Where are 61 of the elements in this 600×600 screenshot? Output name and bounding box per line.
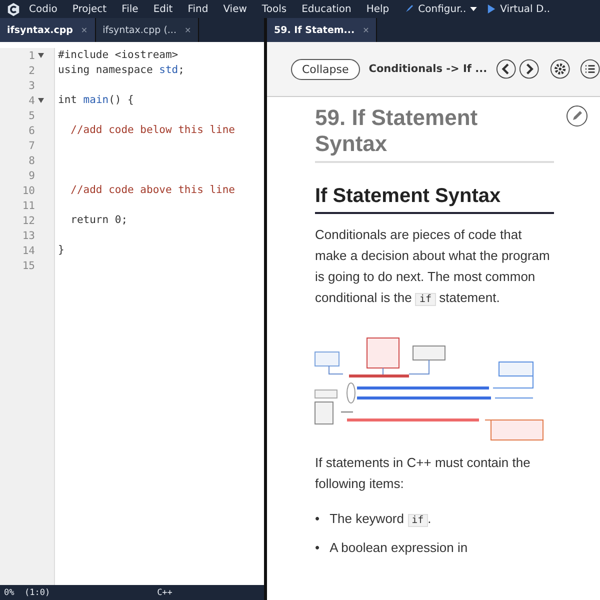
line-number: 11 [22,200,35,212]
paragraph: If statements in C++ must contain the following items: [315,454,532,493]
collapse-button[interactable]: Collapse [291,58,360,80]
guide-tab[interactable]: 59. If Statem... ✕ [267,18,378,42]
previous-icon[interactable] [496,58,516,80]
close-icon[interactable]: ✕ [362,26,370,34]
line-number: 12 [22,214,35,226]
caret-icon [470,6,478,12]
menu-item[interactable]: Education [302,4,352,14]
menu-item[interactable]: Project [72,4,107,14]
next-icon[interactable] [519,58,540,80]
line-number: 2 [28,64,35,76]
close-icon[interactable]: ✕ [80,26,88,34]
code-line: using namespace std; [58,64,184,76]
line-number: 15 [22,260,35,272]
code-line: return 0; [70,214,128,226]
page-title: 59. If Statement Syntax [315,105,554,163]
line-number: 13 [22,230,35,242]
editor-tab[interactable]: ifsyntax.cpp (... ✕ [96,18,200,42]
cursor-position: 0% (1:0) [4,588,50,598]
play-icon [487,4,496,14]
code-line: //add code above this line [70,184,236,196]
line-number: 8 [28,154,35,166]
code-line: } [58,244,64,256]
logo-icon[interactable] [6,2,21,16]
intro-paragraph: Conditionals are pieces of code that make a decision about what the program is going to do next. The most common conditional is the if statement. [315,226,551,308]
close-icon[interactable]: ✕ [184,26,192,34]
bullet-text: The keyword if . [330,510,432,529]
settings-icon[interactable] [550,58,570,80]
line-number: 14 [22,244,35,256]
list-icon[interactable] [580,58,600,80]
virtual-menu[interactable]: Virtual D.. [487,4,550,14]
bullet-text: A boolean expression in [330,539,468,557]
menu-item[interactable]: Find [188,4,208,14]
line-number: 5 [28,110,35,122]
configure-menu[interactable]: Configur.. [404,4,478,14]
line-number: 6 [28,124,35,136]
line-number: 9 [28,170,35,182]
line-number: 7 [28,140,35,152]
menu-item[interactable]: Edit [153,4,173,14]
menu-item[interactable]: File [122,4,138,14]
section-heading: If Statement Syntax [315,185,554,214]
menu-item[interactable]: Tools [262,4,287,14]
language-label: C++ [157,588,172,598]
code-line: int main() { [58,94,134,106]
breadcrumb: Conditionals -> If ... [368,63,488,75]
fold-arrow-icon[interactable] [38,98,44,103]
line-number: 4 [28,94,35,106]
bullet-marker: • [315,539,320,557]
line-number: 1 [28,50,35,62]
line-number: 10 [22,184,35,196]
code-line: #include <iostream> [58,49,178,61]
editor-tab[interactable]: ifsyntax.cpp ✕ [0,18,96,42]
code-line: //add code below this line [70,124,236,136]
edit-pencil-icon[interactable] [566,105,588,127]
menu-item[interactable]: Codio [29,4,58,14]
menu-item[interactable]: View [223,4,247,14]
menu-item[interactable]: Help [366,4,390,14]
fold-arrow-icon[interactable] [38,53,44,58]
line-number: 3 [28,80,35,92]
bullet-marker: • [315,510,320,528]
